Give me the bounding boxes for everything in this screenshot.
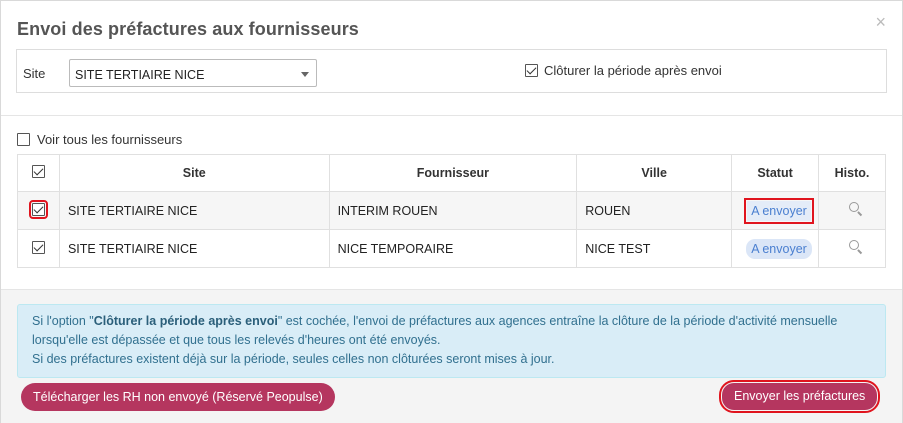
table-header-row: Site Fournisseur Ville Statut Histo. [17, 154, 886, 192]
row-site: SITE TERTIAIRE NICE [58, 191, 330, 230]
info-line-2: lorsqu'elle est dépassée et que tous les… [32, 333, 441, 347]
table-row: SITE TERTIAIRE NICE NICE TEMPORAIRE NICE… [17, 229, 886, 268]
suppliers-table: Site Fournisseur Ville Statut Histo. SIT… [17, 154, 886, 268]
row-ville: NICE TEST [576, 229, 733, 268]
row-ville: ROUEN [576, 191, 733, 230]
site-select-value: SITE TERTIAIRE NICE [75, 68, 205, 82]
filters-panel: Site SITE TERTIAIRE NICE Clôturer la pér… [16, 49, 887, 93]
row-select-checkbox[interactable] [31, 240, 45, 254]
column-header-ville: Ville [576, 154, 733, 192]
select-all-checkbox[interactable] [31, 165, 45, 178]
column-header-histo: Histo. [818, 154, 886, 192]
status-badge: A envoyer [746, 238, 812, 259]
status-badge: A envoyer [744, 197, 814, 224]
close-period-option[interactable]: Clôturer la période après envoi [525, 63, 722, 78]
download-rh-button[interactable]: Télécharger les RH non envoyé (Réservé P… [21, 383, 335, 411]
row-histo-cell[interactable] [818, 191, 886, 230]
table-row: SITE TERTIAIRE NICE INTERIM ROUEN ROUEN … [17, 191, 886, 230]
row-select-cell[interactable] [17, 229, 60, 268]
modal-title: Envoi des préfactures aux fournisseurs [17, 19, 359, 39]
row-select-checkbox[interactable] [28, 199, 48, 219]
info-line-3: Si des préfactures existent déjà sur la … [32, 352, 555, 366]
see-all-suppliers-option[interactable]: Voir tous les fournisseurs [17, 132, 182, 147]
row-histo-cell[interactable] [818, 229, 886, 268]
send-prefactures-button[interactable]: Envoyer les préfactures [718, 380, 881, 413]
close-period-checkbox[interactable] [525, 64, 538, 77]
close-icon[interactable]: × [875, 12, 886, 32]
row-site: SITE TERTIAIRE NICE [58, 229, 330, 268]
select-all-header[interactable] [17, 154, 60, 192]
modal-header: Envoi des préfactures aux fournisseurs × [1, 1, 902, 47]
row-fournisseur: NICE TEMPORAIRE [328, 229, 578, 268]
modal-footer: Si l'option "Clôturer la période après e… [1, 289, 902, 423]
info-option-name: Clôturer la période après envoi [93, 314, 278, 328]
row-select-cell[interactable] [17, 191, 60, 230]
close-period-label: Clôturer la période après envoi [544, 63, 722, 78]
row-statut-cell: A envoyer [731, 229, 820, 268]
column-header-site: Site [58, 154, 330, 192]
see-all-suppliers-checkbox[interactable] [17, 133, 30, 146]
see-all-suppliers-label: Voir tous les fournisseurs [37, 132, 183, 147]
info-line-1: Si l'option "Clôturer la période après e… [32, 314, 838, 328]
site-select[interactable]: SITE TERTIAIRE NICE [69, 59, 317, 87]
column-header-statut: Statut [731, 154, 820, 192]
chevron-down-icon [301, 72, 309, 77]
row-fournisseur: INTERIM ROUEN [328, 191, 578, 230]
site-label: Site [23, 66, 46, 81]
row-statut-cell: A envoyer [731, 191, 820, 230]
search-icon[interactable] [849, 202, 863, 216]
info-alert: Si l'option "Clôturer la période après e… [17, 304, 886, 378]
section-divider [1, 115, 902, 116]
column-header-fournisseur: Fournisseur [328, 154, 578, 192]
send-prefactures-modal: Envoi des préfactures aux fournisseurs ×… [0, 0, 903, 423]
search-icon[interactable] [849, 240, 863, 254]
